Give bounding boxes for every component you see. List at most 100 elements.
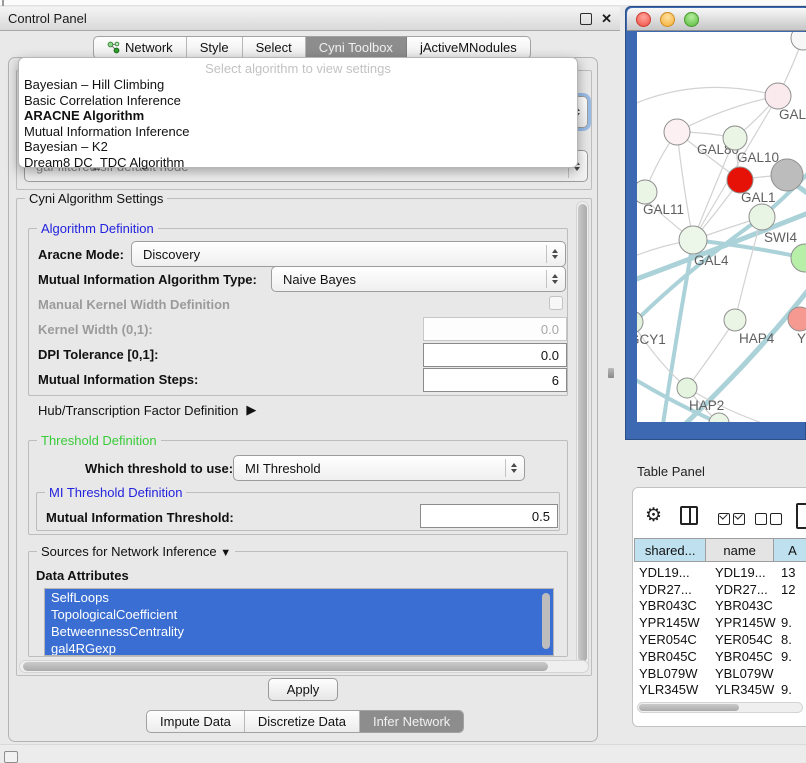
aracne-mode-combobox[interactable]: Discovery — [131, 241, 566, 267]
kernel-width-field[interactable]: 0.0 — [423, 317, 567, 341]
data-attributes-list[interactable]: SelfLoops TopologicalCoefficient Between… — [44, 588, 554, 656]
column-header-name[interactable]: name — [705, 538, 773, 562]
network-node-label: SWI4 — [764, 230, 797, 245]
table-row[interactable]: YER054CYER054C8. — [634, 631, 806, 648]
expander-arrow-icon[interactable]: ▶ — [246, 402, 256, 418]
table-horizontal-scrollbar[interactable] — [637, 702, 803, 713]
column-browser-icon[interactable] — [680, 506, 698, 525]
network-canvas[interactable]: GALGAL80GAL10GAL1GAL11SWI4GAL4GCY1HAP4YH… — [637, 32, 806, 422]
attribute-item[interactable]: gal4RGexp — [45, 640, 553, 656]
close-window-icon[interactable] — [636, 12, 651, 27]
mi-steps-label: Mutual Information Steps: — [38, 372, 198, 387]
mi-threshold-field[interactable]: 0.5 — [420, 504, 558, 528]
attribute-item[interactable]: BetweennessCentrality — [45, 623, 553, 640]
mi-threshold-definition-title: MI Threshold Definition — [45, 485, 186, 500]
cyni-bottom-tabstrip: Impute Data Discretize Data Infer Networ… — [146, 710, 464, 733]
float-window-icon[interactable] — [580, 13, 592, 25]
network-node-label: GAL4 — [694, 253, 729, 268]
table-body[interactable]: YDL19...YDL19...13 YDR27...YDR27...12 YB… — [634, 564, 806, 700]
tab-style[interactable]: Style — [187, 37, 243, 58]
table-row[interactable]: YDL19...YDL19...13 — [634, 564, 806, 581]
combo-stepper-icon[interactable] — [546, 270, 562, 288]
tab-infer-network[interactable]: Infer Network — [360, 711, 463, 732]
tab-discretize-data[interactable]: Discretize Data — [245, 711, 360, 732]
apply-button[interactable]: Apply — [268, 678, 338, 701]
network-node[interactable] — [723, 126, 747, 150]
table-row[interactable]: YPR145WYPR145W9. — [634, 614, 806, 631]
combo-stepper-icon[interactable] — [505, 459, 521, 477]
minimized-panel-icon[interactable] — [4, 751, 18, 763]
popup-item[interactable]: Mutual Information Inference — [19, 124, 577, 140]
export-table-icon[interactable] — [796, 503, 806, 529]
popup-placeholder: Select algorithm to view settings — [19, 60, 577, 77]
settings-horizontal-scrollbar-thumb[interactable] — [23, 662, 548, 671]
network-canvas-container: GALGAL80GAL10GAL1GAL11SWI4GAL4GCY1HAP4YH… — [637, 32, 806, 422]
popup-item-selected[interactable]: ARACNE Algorithm — [19, 108, 577, 124]
network-node[interactable] — [664, 119, 690, 145]
network-node[interactable] — [771, 159, 803, 191]
aracne-mode-value: Discovery — [143, 247, 200, 262]
table-horizontal-scrollbar-thumb[interactable] — [639, 704, 739, 711]
tab-network[interactable]: Network — [94, 37, 187, 58]
settings-vertical-scrollbar-thumb[interactable] — [578, 204, 587, 662]
close-panel-icon[interactable]: ✕ — [601, 14, 612, 24]
minimize-window-icon[interactable] — [660, 12, 675, 27]
column-header-partial[interactable]: A — [773, 538, 806, 562]
table-row[interactable]: YBL079WYBL079W — [634, 665, 806, 682]
control-panel-title: Control Panel — [8, 11, 87, 26]
column-header-shared-name[interactable]: shared... — [634, 538, 705, 562]
dpi-tolerance-label: DPI Tolerance [0,1]: — [38, 347, 158, 362]
zoom-window-icon[interactable] — [684, 12, 699, 27]
network-node[interactable] — [679, 226, 707, 254]
which-threshold-combobox[interactable]: MI Threshold — [233, 455, 525, 481]
attribute-item[interactable]: SelfLoops — [45, 589, 553, 606]
network-node[interactable] — [637, 180, 657, 204]
table-settings-gear-icon[interactable]: ⚙ — [645, 504, 662, 527]
algorithm-definition-title: Algorithm Definition — [37, 221, 158, 236]
network-node[interactable] — [749, 204, 775, 230]
tab-cyni-toolbox[interactable]: Cyni Toolbox — [306, 37, 407, 58]
popup-item[interactable]: Bayesian – K2 — [19, 139, 577, 155]
settings-horizontal-scrollbar[interactable] — [19, 660, 589, 673]
popup-item[interactable]: Bayesian – Hill Climbing — [19, 77, 577, 93]
collapse-arrow-icon[interactable]: ▼ — [220, 547, 231, 559]
network-node[interactable] — [791, 32, 806, 50]
manual-kernel-width-checkbox[interactable] — [549, 296, 563, 310]
network-edge[interactable] — [637, 87, 778, 108]
data-attributes-label: Data Attributes — [36, 568, 129, 583]
table-row[interactable]: YLR345WYLR345W9. — [634, 682, 806, 699]
aracne-mode-label: Aracne Mode: — [38, 247, 124, 262]
combo-stepper-icon[interactable] — [546, 245, 562, 263]
tab-infer-network-label: Infer Network — [373, 714, 450, 729]
dpi-tolerance-field[interactable]: 0.0 — [423, 343, 567, 367]
network-window-titlebar[interactable] — [627, 8, 806, 31]
settings-vertical-scrollbar[interactable] — [576, 201, 589, 672]
tab-impute-data[interactable]: Impute Data — [147, 711, 245, 732]
network-edge[interactable] — [677, 96, 778, 132]
popup-item[interactable]: Basic Correlation Inference — [19, 93, 577, 109]
network-node[interactable] — [677, 378, 697, 398]
tab-select[interactable]: Select — [243, 37, 306, 58]
hub-definition-expander[interactable]: Hub/Transcription Factor Definition ▶ — [38, 402, 256, 418]
mi-steps-field[interactable]: 6 — [423, 368, 567, 392]
attributes-list-scrollbar-thumb[interactable] — [542, 593, 550, 649]
table-row[interactable]: YIL052CYIL052C9 — [634, 698, 806, 700]
popup-item[interactable]: Dream8 DC_TDC Algorithm — [19, 155, 577, 171]
splitpane-grip-icon[interactable] — [608, 368, 614, 378]
table-row[interactable]: YBR043CYBR043C — [634, 598, 806, 615]
tab-jactivemnodules[interactable]: jActiveMNodules — [407, 37, 530, 58]
table-row[interactable]: YDR27...YDR27...12 — [634, 581, 806, 598]
network-node[interactable] — [724, 309, 746, 331]
select-all-columns-icon[interactable] — [718, 513, 745, 525]
network-node[interactable] — [791, 244, 806, 272]
table-row[interactable]: YBR045CYBR045C9. — [634, 648, 806, 665]
network-node[interactable] — [765, 83, 791, 109]
attribute-item[interactable]: TopologicalCoefficient — [45, 606, 553, 623]
network-edge[interactable] — [687, 320, 735, 388]
network-node[interactable] — [709, 413, 729, 422]
threshold-definition-title: Threshold Definition — [37, 433, 161, 448]
deselect-all-columns-icon[interactable] — [755, 513, 782, 525]
network-edge[interactable] — [677, 132, 693, 240]
mi-algorithm-type-combobox[interactable]: Naive Bayes — [271, 266, 566, 292]
tab-cyni-toolbox-label: Cyni Toolbox — [319, 40, 393, 55]
